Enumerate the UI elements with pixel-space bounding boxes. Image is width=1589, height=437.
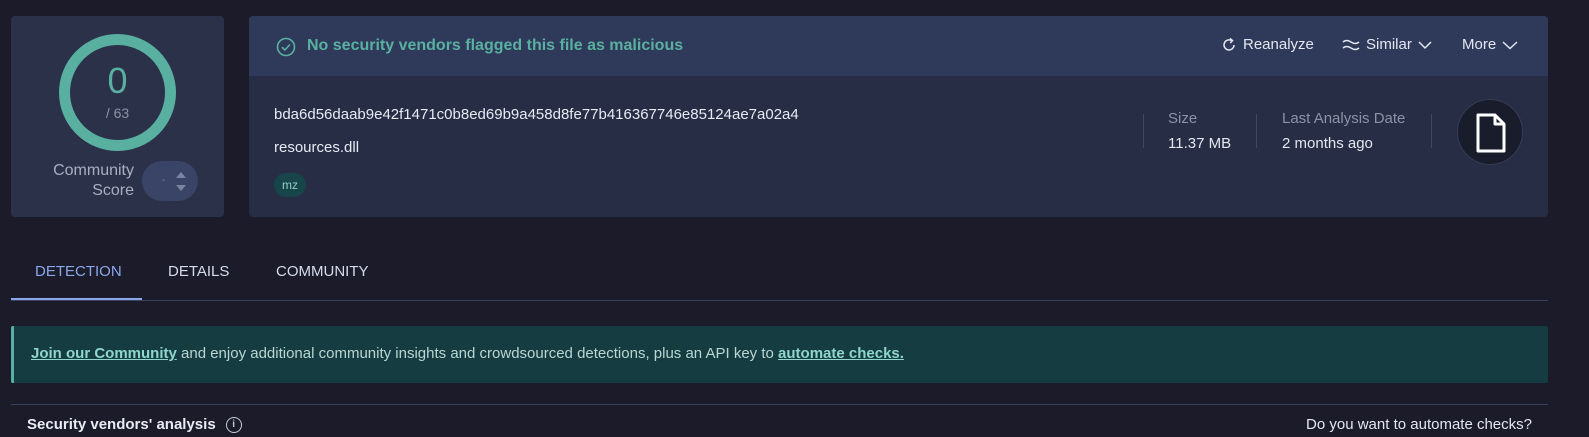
automate-checks-prompt[interactable]: Do you want to automate checks? xyxy=(1306,416,1532,433)
chevron-down-icon xyxy=(1502,40,1518,50)
upvote-arrow-icon[interactable] xyxy=(176,172,186,178)
size-label: Size xyxy=(1168,110,1198,127)
detection-score-card: 0 / 63 Community Score - xyxy=(11,16,224,217)
tab-details[interactable]: DETAILS xyxy=(168,263,229,280)
info-icon[interactable]: i xyxy=(225,416,242,433)
last-analysis-label: Last Analysis Date xyxy=(1282,110,1406,127)
file-icon xyxy=(1476,113,1506,153)
file-hash[interactable]: bda6d56daab9e42f1471c0b8ed69b9a458d8fe77… xyxy=(274,106,799,123)
detection-score-value: 0 xyxy=(107,60,128,101)
join-community-link[interactable]: Join our Community xyxy=(31,345,177,362)
similar-button[interactable]: Similar xyxy=(1342,36,1432,53)
similar-icon xyxy=(1342,39,1360,50)
reanalyze-label: Reanalyze xyxy=(1243,36,1314,53)
security-vendors-title: Security vendors' analysis xyxy=(27,416,216,433)
community-score-label: Community Score xyxy=(53,162,134,199)
community-vote-value: - xyxy=(162,175,166,186)
tab-bar: DETECTION DETAILS COMMUNITY xyxy=(11,256,1548,301)
file-name: resources.dll xyxy=(274,139,360,156)
last-analysis-value: 2 months ago xyxy=(1282,135,1373,152)
detection-score-total: / 63 xyxy=(105,105,130,121)
size-value: 11.37 MB xyxy=(1168,135,1232,152)
file-tag[interactable]: mz xyxy=(274,173,306,197)
chevron-down-icon xyxy=(1418,40,1432,49)
divider xyxy=(11,404,1548,405)
tab-community[interactable]: COMMUNITY xyxy=(276,263,369,280)
divider xyxy=(1431,114,1432,148)
community-score-vote[interactable]: - xyxy=(142,161,198,201)
more-label: More xyxy=(1462,36,1497,53)
automate-checks-link[interactable]: automate checks. xyxy=(778,345,904,362)
status-bar: No security vendors flagged this file as… xyxy=(249,16,1548,76)
file-type-badge xyxy=(1457,99,1523,165)
banner-text: and enjoy additional community insights … xyxy=(176,345,779,362)
divider xyxy=(1143,114,1144,148)
downvote-arrow-icon[interactable] xyxy=(176,185,186,191)
community-banner: Join our Community and enjoy additional … xyxy=(11,326,1548,383)
status-message: No security vendors flagged this file as… xyxy=(307,37,684,54)
file-info-panel: No security vendors flagged this file as… xyxy=(249,16,1548,217)
similar-label: Similar xyxy=(1366,36,1412,53)
divider xyxy=(1256,114,1257,148)
check-circle-icon xyxy=(276,37,296,57)
reanalyze-button[interactable]: Reanalyze xyxy=(1221,36,1314,53)
more-button[interactable]: More xyxy=(1462,36,1518,53)
active-tab-indicator xyxy=(11,298,142,300)
tab-detection[interactable]: DETECTION xyxy=(35,263,122,280)
section-title: Security vendors' analysis i xyxy=(27,416,242,433)
refresh-icon xyxy=(1223,37,1235,51)
